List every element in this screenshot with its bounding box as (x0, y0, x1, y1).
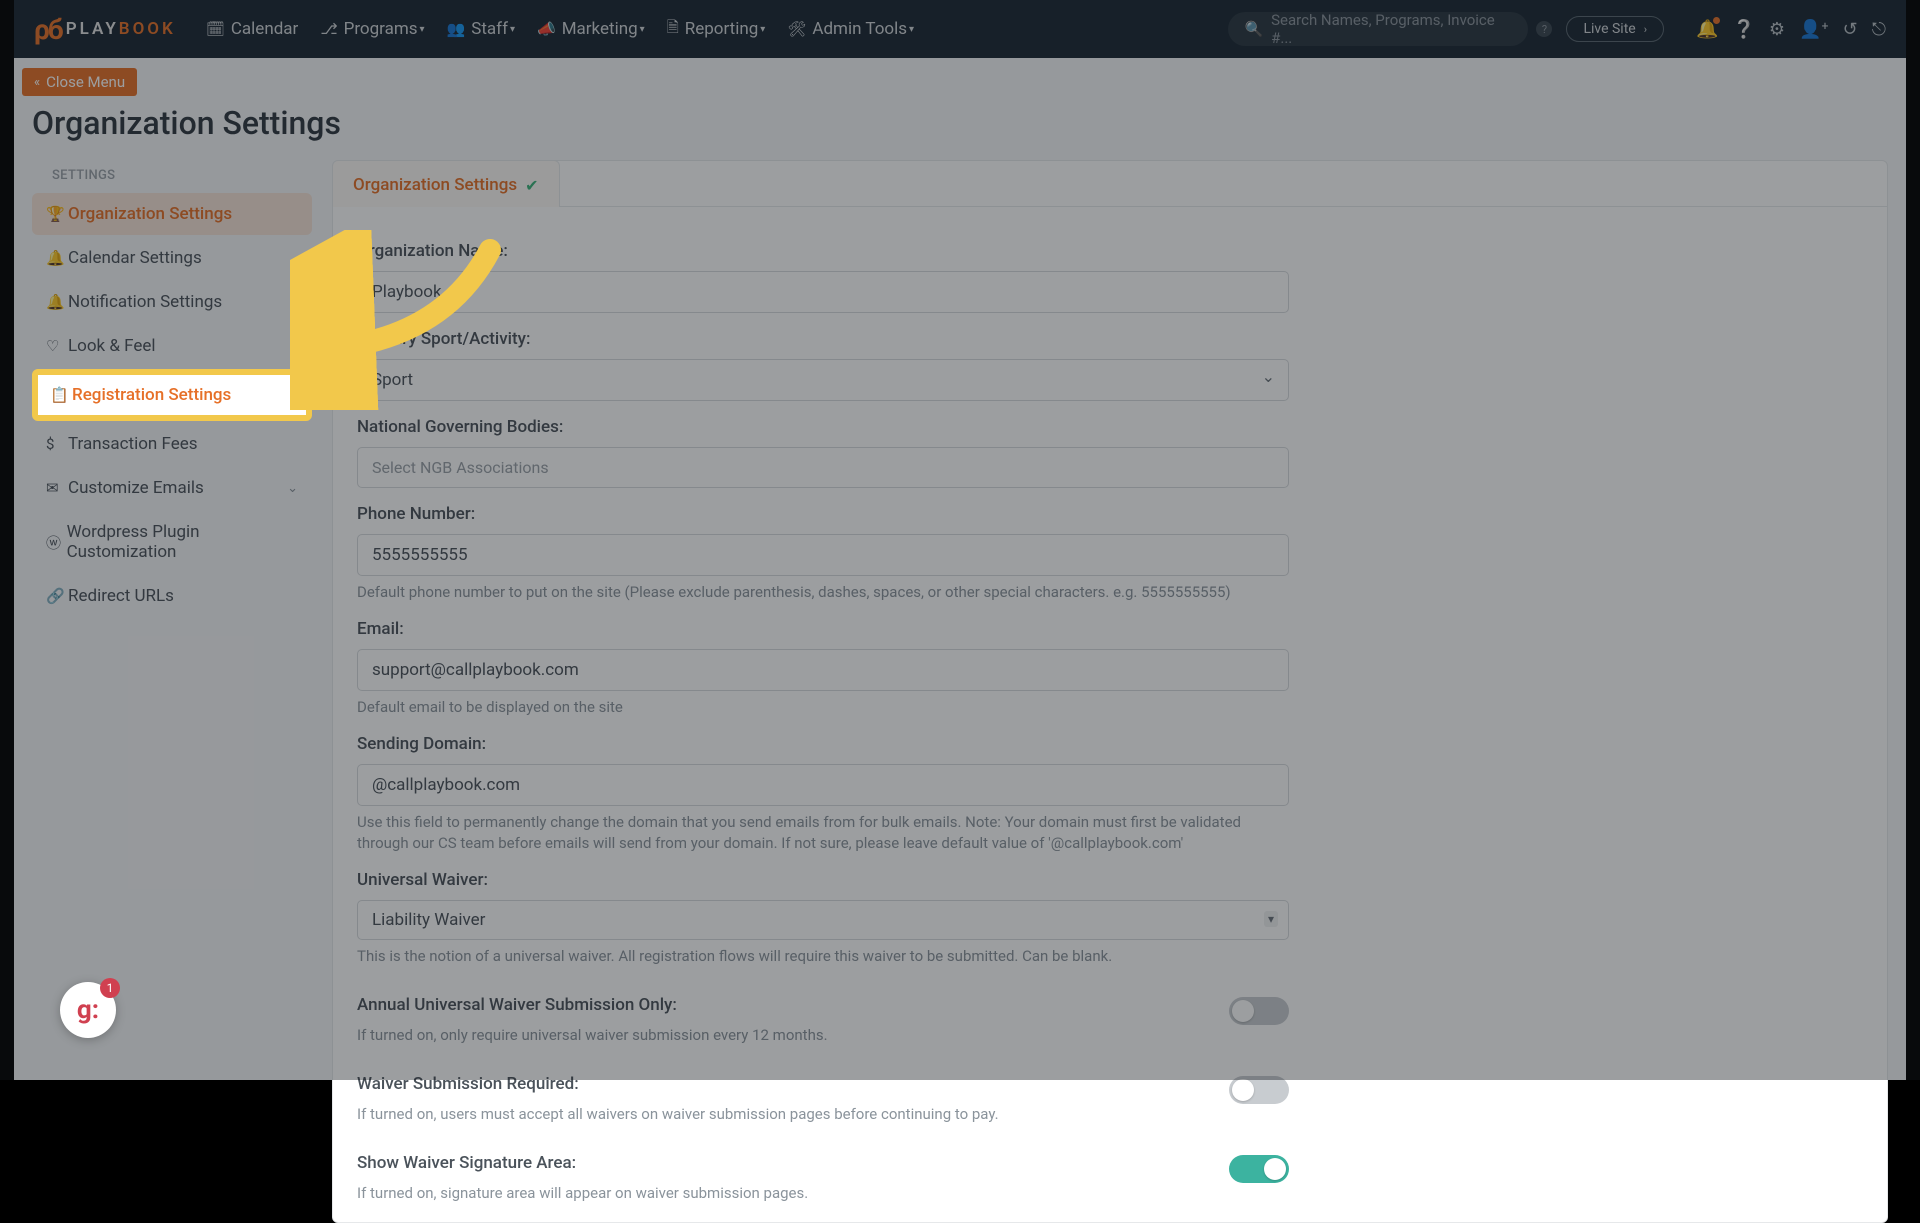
trophy-icon: 🏆 (46, 205, 68, 223)
nav-reporting[interactable]: 🗎Reporting▾ (667, 17, 766, 42)
tools-icon: 🛠 (787, 20, 806, 38)
caret-icon: ▾ (760, 24, 765, 35)
caret-icon: ▾ (420, 24, 425, 35)
calendar-icon: 🗓 (206, 20, 225, 38)
bullhorn-icon: 📣 (537, 20, 556, 38)
check-circle-icon: ✔ (525, 176, 538, 195)
phone-label: Phone Number: (357, 504, 1289, 524)
sidebar-item-look-feel[interactable]: ♡Look & Feel (32, 325, 312, 367)
live-site-button[interactable]: Live Site› (1566, 16, 1664, 42)
nav-programs[interactable]: ⎇Programs▾ (320, 19, 424, 39)
search-icon: 🔍 (1244, 20, 1263, 38)
dollar-icon: $ (46, 435, 68, 453)
sidebar-section-label: SETTINGS (52, 168, 312, 183)
bell-icon: 🔔 (46, 293, 68, 311)
signature-area-toggle[interactable] (1229, 1155, 1289, 1183)
chevron-down-icon: ⌄ (287, 481, 298, 496)
chat-logo-icon: g: (77, 995, 99, 1025)
caret-icon: ▾ (510, 24, 515, 35)
tab-organization-settings[interactable]: Organization Settings ✔ (332, 160, 560, 207)
chevrons-left-icon: « (34, 75, 40, 90)
logo[interactable]: ρб PLAYBOOK (34, 13, 176, 46)
logo-text-play: PLAY (66, 19, 119, 39)
sidebar-item-calendar-settings[interactable]: 🔔Calendar Settings (32, 237, 312, 279)
annual-waiver-label: Annual Universal Waiver Submission Only: (357, 995, 1229, 1015)
waiver-required-label: Waiver Submission Required: (357, 1074, 1229, 1094)
ngb-select[interactable]: Select NGB Associations (357, 447, 1289, 488)
nav-admin-tools[interactable]: 🛠Admin Tools▾ (787, 19, 914, 39)
signature-area-help-text: If turned on, signature area will appear… (357, 1183, 1229, 1204)
sending-domain-input[interactable] (357, 764, 1289, 806)
sidebar-item-organization-settings[interactable]: 🏆Organization Settings (32, 193, 312, 235)
content-panel: Organization Settings ✔ Organization Nam… (332, 160, 1888, 1223)
branch-icon: ⎇ (320, 20, 337, 38)
primary-sport-label: Primary Sport/Activity: (357, 329, 1289, 349)
heart-icon: ♡ (46, 337, 68, 355)
sidebar-item-registration-settings[interactable]: 📋Registration Settings (32, 369, 312, 421)
logout-icon[interactable]: ⎋ (1872, 19, 1886, 40)
phone-help-text: Default phone number to put on the site … (357, 582, 1289, 603)
sidebar-item-transaction-fees[interactable]: $Transaction Fees (32, 423, 312, 465)
logo-mark-icon: ρб (34, 13, 62, 46)
waiver-required-toggle[interactable] (1229, 1076, 1289, 1104)
add-user-icon[interactable]: 👤⁺ (1799, 19, 1829, 40)
envelope-icon: ✉ (46, 479, 68, 497)
annual-waiver-help-text: If turned on, only require universal wai… (357, 1025, 1229, 1046)
sending-domain-help-text: Use this field to permanently change the… (357, 812, 1289, 854)
ngb-label: National Governing Bodies: (357, 417, 1289, 437)
sidebar-item-redirect-urls[interactable]: 🔗Redirect URLs (32, 575, 312, 617)
primary-sport-select[interactable]: Sport (357, 359, 1289, 401)
chat-unread-badge: 1 (100, 978, 120, 998)
history-icon[interactable]: ↺ (1843, 19, 1858, 40)
email-label: Email: (357, 619, 1289, 639)
help-small-icon[interactable]: ? (1536, 21, 1552, 37)
email-input[interactable] (357, 649, 1289, 691)
search-input[interactable]: 🔍Search Names, Programs, Invoice #... (1228, 12, 1528, 46)
settings-icon[interactable]: ⚙ (1769, 19, 1785, 40)
logo-text-book: BOOK (119, 19, 176, 39)
wordpress-icon: ⓦ (46, 532, 67, 553)
annual-waiver-toggle[interactable] (1229, 997, 1289, 1025)
sidebar-item-wordpress-plugin[interactable]: ⓦWordpress Plugin Customization (32, 511, 312, 573)
waiver-required-help-text: If turned on, users must accept all waiv… (357, 1104, 1229, 1125)
file-icon: 🗎 (667, 17, 679, 42)
top-nav: ρб PLAYBOOK 🗓Calendar ⎇Programs▾ 👥Staff▾… (14, 0, 1906, 58)
bell-icon: 🔔 (46, 249, 68, 267)
universal-waiver-help-text: This is the notion of a universal waiver… (357, 946, 1289, 967)
nav-marketing[interactable]: 📣Marketing▾ (537, 19, 645, 39)
page-title: Organization Settings (32, 104, 1906, 142)
close-menu-button[interactable]: « Close Menu (22, 68, 137, 96)
signature-area-label: Show Waiver Signature Area: (357, 1153, 1229, 1173)
notifications-icon[interactable]: 🔔 (1696, 19, 1718, 40)
clipboard-icon: 📋 (50, 386, 72, 404)
universal-waiver-select[interactable]: Liability Waiver (357, 900, 1289, 940)
sidebar-item-notification-settings[interactable]: 🔔Notification Settings (32, 281, 312, 323)
org-name-label: Organization Name: (357, 241, 1289, 261)
users-icon: 👥 (447, 20, 466, 38)
link-icon: 🔗 (46, 587, 68, 605)
org-name-input[interactable] (357, 271, 1289, 313)
nav-calendar[interactable]: 🗓Calendar (206, 19, 299, 39)
chevron-right-icon: › (1644, 23, 1647, 36)
sidebar-item-customize-emails[interactable]: ✉Customize Emails⌄ (32, 467, 312, 509)
universal-waiver-label: Universal Waiver: (357, 870, 1289, 890)
caret-icon: ▾ (909, 24, 914, 35)
phone-input[interactable] (357, 534, 1289, 576)
caret-icon: ▾ (640, 24, 645, 35)
sending-domain-label: Sending Domain: (357, 734, 1289, 754)
email-help-text: Default email to be displayed on the sit… (357, 697, 1289, 718)
chat-widget-button[interactable]: g: 1 (60, 982, 116, 1038)
nav-staff[interactable]: 👥Staff▾ (447, 19, 515, 39)
settings-sidebar: SETTINGS 🏆Organization Settings 🔔Calenda… (32, 160, 312, 1223)
help-icon[interactable]: ❔ (1732, 19, 1754, 40)
